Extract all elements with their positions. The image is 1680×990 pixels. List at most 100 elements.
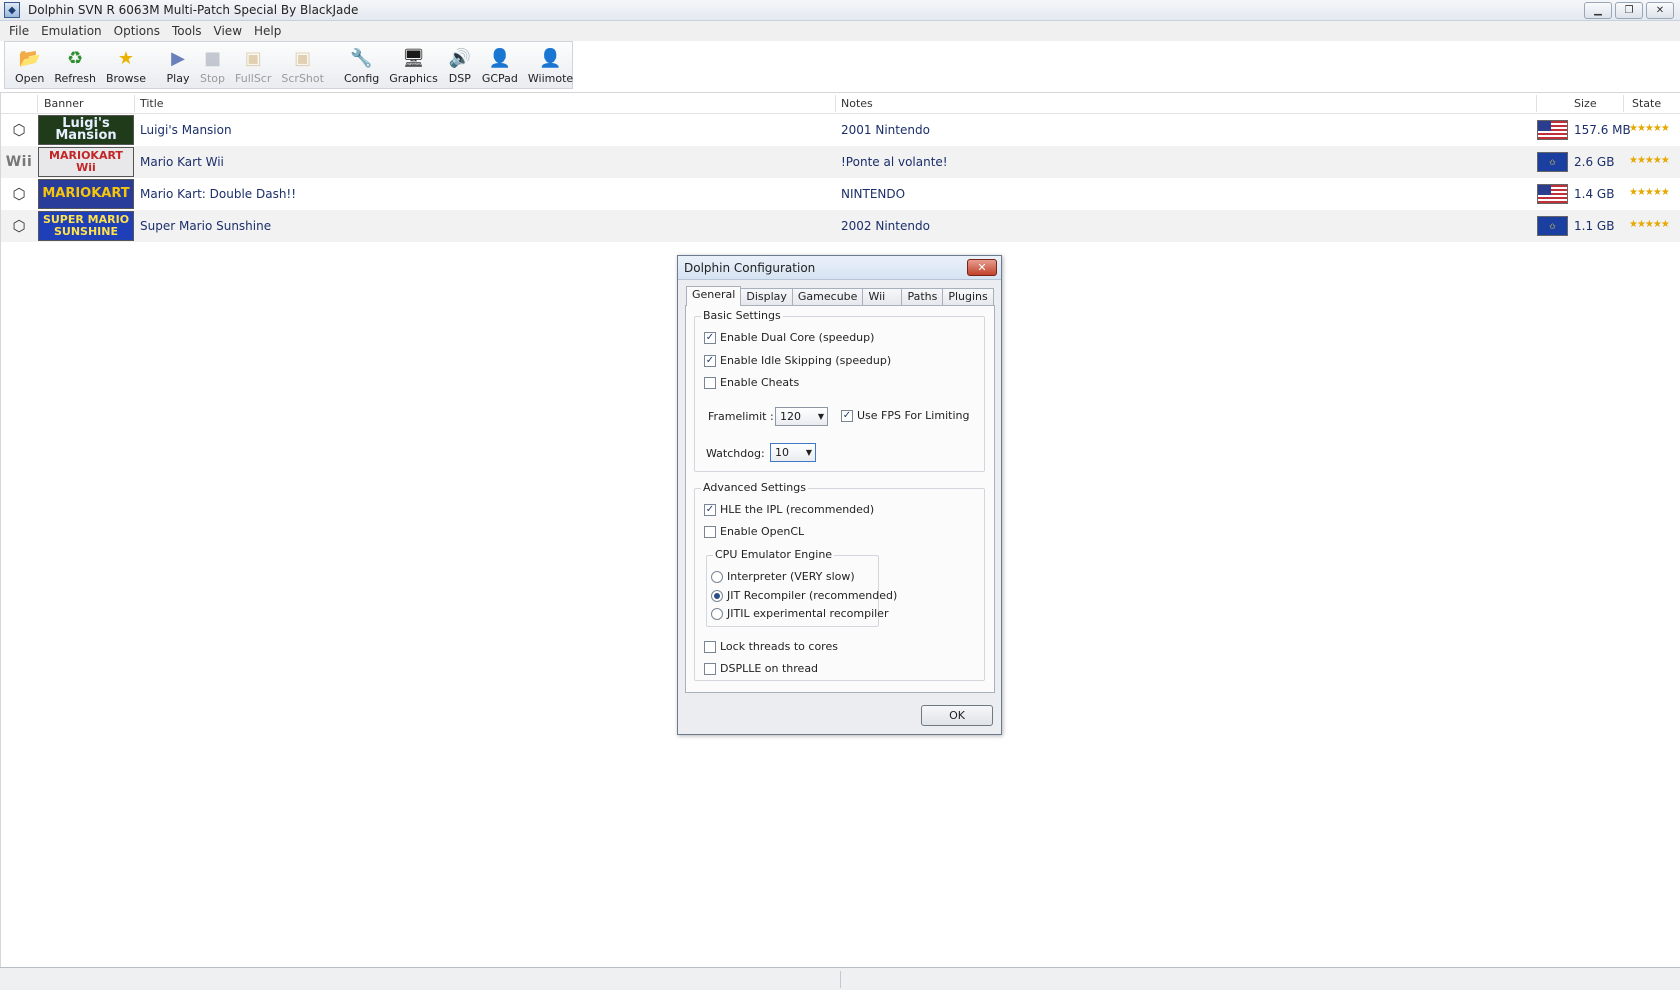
checkbox-box: ✓	[841, 409, 853, 422]
dsplle-thread-checkbox[interactable]: DSPLLE on thread	[704, 662, 818, 675]
dual-core-checkbox[interactable]: ✓ Enable Dual Core (speedup)	[704, 331, 874, 344]
tab-plugins[interactable]: Plugins	[942, 288, 994, 306]
menu-emulation[interactable]: Emulation	[36, 24, 107, 38]
use-fps-checkbox[interactable]: ✓ Use FPS For Limiting	[841, 409, 969, 422]
game-size: 1.4 GB	[1574, 187, 1615, 201]
idle-skipping-checkbox[interactable]: ✓ Enable Idle Skipping (speedup)	[704, 354, 891, 367]
close-button[interactable]: ✕	[1646, 1, 1674, 19]
menu-view[interactable]: View	[209, 24, 247, 38]
menu-tools[interactable]: Tools	[167, 24, 207, 38]
framelimit-value: 120	[780, 410, 801, 423]
speaker-icon: 🔊	[448, 47, 472, 69]
browse-button[interactable]: ★ Browse	[106, 46, 146, 88]
stop-button[interactable]: ■ Stop	[200, 46, 225, 88]
column-state[interactable]: State	[1632, 97, 1661, 110]
use-fps-label: Use FPS For Limiting	[857, 409, 970, 422]
refresh-button[interactable]: ♻ Refresh	[54, 46, 96, 88]
checkbox-box: ✓	[704, 354, 716, 367]
checkbox-box	[704, 640, 716, 653]
dsp-button[interactable]: 🔊 DSP	[448, 46, 472, 88]
play-icon: ▶	[171, 47, 185, 69]
tab-display[interactable]: Display	[740, 288, 793, 306]
tab-general[interactable]: General	[686, 286, 742, 306]
enable-cheats-checkbox[interactable]: Enable Cheats	[704, 376, 799, 389]
gamecube-icon: ⬡	[12, 185, 26, 203]
tab-paths[interactable]: Paths	[901, 288, 944, 306]
open-button[interactable]: 📂 Open	[15, 46, 44, 88]
watchdog-value: 10	[775, 446, 789, 459]
column-separator[interactable]	[835, 95, 836, 112]
eu-flag-icon: ✩	[1537, 152, 1568, 172]
basic-settings-group: Basic Settings ✓ Enable Dual Core (speed…	[694, 309, 985, 472]
maximize-button[interactable]: ❐	[1615, 1, 1643, 19]
framelimit-label: Framelimit :	[708, 410, 774, 423]
status-bar	[0, 967, 1680, 990]
table-row[interactable]: ⬡ Luigi's Mansion Luigi's Mansion 2001 N…	[1, 114, 1680, 146]
lock-threads-checkbox[interactable]: Lock threads to cores	[704, 640, 838, 653]
refresh-icon: ♻	[67, 47, 84, 69]
game-banner: Luigi's Mansion	[38, 115, 134, 145]
chevron-down-icon: ▼	[805, 448, 812, 457]
window-title: Dolphin SVN R 6063M Multi-Patch Special …	[28, 3, 359, 17]
advanced-settings-group: Advanced Settings ✓ HLE the IPL (recomme…	[694, 481, 985, 681]
gcpad-label: GCPad	[481, 72, 518, 85]
checkbox-box	[704, 376, 716, 389]
column-title[interactable]: Title	[140, 97, 164, 110]
advanced-settings-title: Advanced Settings	[701, 481, 808, 494]
gamepad-icon: 👤	[488, 47, 512, 69]
column-size[interactable]: Size	[1574, 97, 1597, 110]
hle-ipl-checkbox[interactable]: ✓ HLE the IPL (recommended)	[704, 503, 874, 516]
jitil-recompiler-radio[interactable]: JITIL experimental recompiler	[711, 607, 888, 620]
enable-opencl-checkbox[interactable]: Enable OpenCL	[704, 525, 804, 538]
chevron-down-icon: ▼	[817, 412, 824, 421]
column-separator[interactable]	[134, 95, 135, 112]
configuration-dialog: Dolphin Configuration ✕ General Display …	[677, 255, 1002, 735]
column-banner[interactable]: Banner	[44, 97, 84, 110]
config-button[interactable]: 🔧 Config	[344, 46, 379, 88]
lock-threads-label: Lock threads to cores	[720, 640, 838, 653]
list-header: Banner Title Notes Size State	[1, 93, 1680, 114]
minimize-button[interactable]: ▁	[1584, 1, 1612, 19]
tab-gamecube[interactable]: Gamecube	[791, 288, 864, 306]
wiimote-label: Wiimote	[527, 72, 574, 85]
screenshot-button[interactable]: ▣ ScrShot	[281, 46, 324, 88]
browse-label: Browse	[105, 72, 146, 85]
wiimote-button[interactable]: 👤 Wiimote	[528, 46, 573, 88]
hle-ipl-label: HLE the IPL (recommended)	[720, 503, 875, 516]
wrench-icon: 🔧	[350, 47, 373, 69]
stop-icon: ■	[203, 47, 221, 69]
play-button[interactable]: ▶ Play	[166, 46, 190, 88]
tab-wii[interactable]: Wii	[862, 288, 903, 306]
graphics-button[interactable]: 🖥 Graphics	[389, 46, 438, 88]
fullscreen-button[interactable]: ▣ FullScr	[235, 46, 271, 88]
table-row[interactable]: ⬡ MARIOKART Mario Kart: Double Dash!! NI…	[1, 178, 1680, 210]
ok-button[interactable]: OK	[921, 705, 993, 726]
interpreter-label: Interpreter (VERY slow)	[727, 570, 855, 583]
watchdog-select[interactable]: 10 ▼	[770, 443, 816, 462]
interpreter-radio[interactable]: Interpreter (VERY slow)	[711, 570, 855, 583]
game-size: 2.6 GB	[1574, 155, 1615, 169]
watchdog-label: Watchdog:	[706, 447, 765, 460]
table-row[interactable]: Wii MARIOKART Wii Mario Kart Wii !Ponte …	[1, 146, 1680, 178]
game-size: 157.6 MB	[1574, 123, 1631, 137]
column-separator[interactable]	[1623, 95, 1624, 112]
menu-options[interactable]: Options	[109, 24, 165, 38]
framelimit-select[interactable]: 120 ▼	[775, 407, 828, 426]
dsplle-thread-label: DSPLLE on thread	[720, 662, 819, 675]
column-notes[interactable]: Notes	[841, 97, 873, 110]
table-row[interactable]: ⬡ SUPER MARIO SUNSHINE Super Mario Sunsh…	[1, 210, 1680, 242]
fullscreen-label: FullScr	[235, 72, 272, 85]
radio-circle	[711, 607, 723, 620]
menu-help[interactable]: Help	[249, 24, 286, 38]
column-separator[interactable]	[37, 95, 38, 112]
gamecube-icon: ⬡	[12, 217, 26, 235]
dialog-close-button[interactable]: ✕	[967, 259, 997, 276]
menu-file[interactable]: File	[4, 24, 34, 38]
title-bar: ◆ Dolphin SVN R 6063M Multi-Patch Specia…	[0, 0, 1680, 21]
jit-recompiler-radio[interactable]: JIT Recompiler (recommended)	[711, 589, 897, 602]
game-title: Mario Kart Wii	[140, 155, 224, 169]
gcpad-button[interactable]: 👤 GCPad	[482, 46, 518, 88]
game-notes: !Ponte al volante!	[841, 155, 948, 169]
dialog-tabs: General Display Gamecube Wii Paths Plugi…	[686, 286, 994, 306]
column-separator[interactable]	[1536, 95, 1537, 112]
